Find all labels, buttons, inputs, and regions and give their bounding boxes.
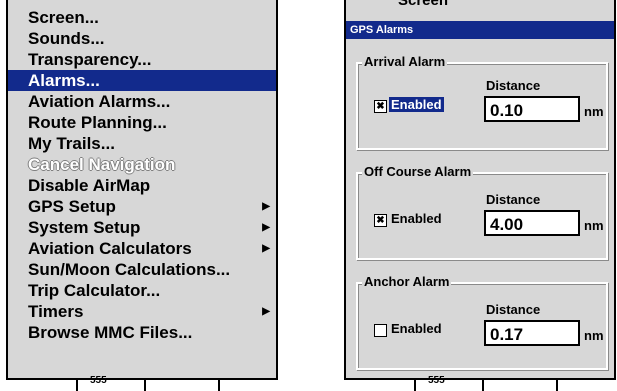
menu-item[interactable]: Aviation Alarms... xyxy=(8,91,276,112)
off-course-alarm-label: Off Course Alarm xyxy=(362,164,474,179)
menu-item[interactable]: Aviation Calculators ▶ xyxy=(8,238,276,259)
arrival-alarm-group: Arrival Alarm Distance ✖ Enabled 0.10 nm xyxy=(356,54,608,150)
menu-item-label: My Trails... xyxy=(28,134,115,153)
menu-item-label: Alarms... xyxy=(28,71,100,90)
off-course-alarm-group: Off Course Alarm Distance ✖ Enabled 4.00… xyxy=(356,164,608,260)
menu-item-label: Browse MMC Files... xyxy=(28,323,193,342)
menu-item-label: Disable AirMap xyxy=(28,176,151,195)
menu-item-label: GPS Setup xyxy=(28,197,116,216)
arrival-enabled-label[interactable]: Enabled xyxy=(389,97,444,112)
menu-item[interactable]: Trip Calculator... xyxy=(8,280,276,301)
menu-item-label: Transparency... xyxy=(28,50,152,69)
arrival-distance-label: Distance xyxy=(486,78,541,93)
off-course-enabled-checkbox[interactable]: ✖ xyxy=(374,214,387,227)
strip-left-text: 555 xyxy=(90,375,107,386)
menu-item[interactable]: Disable AirMap xyxy=(8,175,276,196)
anchor-enabled-checkbox[interactable] xyxy=(374,324,387,337)
menu-item-label: Cancel Navigation xyxy=(28,155,176,174)
dialog-title: GPS Alarms xyxy=(346,21,614,39)
anchor-enabled-label[interactable]: Enabled xyxy=(389,321,444,336)
menu-item[interactable]: My Trails... xyxy=(8,133,276,154)
menu-item-label: Sounds... xyxy=(28,29,105,48)
menu-item[interactable]: Sounds... xyxy=(8,28,276,49)
triangle-right-icon: ▶ xyxy=(262,243,270,254)
menu-item: Cancel Navigation xyxy=(8,154,276,175)
triangle-right-icon: ▶ xyxy=(262,201,270,212)
menu-list: Screen... Sounds... Transparency... Alarms.… xyxy=(8,0,276,343)
anchor-distance-input[interactable]: 0.17 xyxy=(484,320,580,346)
menu-item-label: Sun/Moon Calculations... xyxy=(28,260,231,279)
menu-item[interactable]: Timers ▶ xyxy=(8,301,276,322)
menu-item-label: Screen... xyxy=(28,8,99,27)
anchor-alarm-group: Anchor Alarm Distance Enabled 0.17 nm xyxy=(356,274,608,370)
menu-item-label: System Setup xyxy=(28,218,141,237)
gps-alarms-panel: Screen GPS Alarms Arrival Alarm Distance… xyxy=(344,0,616,378)
menu-item[interactable]: Sun/Moon Calculations... xyxy=(8,259,276,280)
off-course-distance-input[interactable]: 4.00 xyxy=(484,210,580,236)
triangle-right-icon: ▶ xyxy=(262,306,270,317)
arrival-unit: nm xyxy=(584,104,604,119)
off-course-distance-label: Distance xyxy=(486,192,541,207)
menu-item-label: Timers xyxy=(28,302,84,321)
menu-item-label: Aviation Alarms... xyxy=(28,92,171,111)
triangle-right-icon: ▶ xyxy=(262,222,270,233)
menu-item-label: Aviation Calculators xyxy=(28,239,192,258)
menu-item[interactable]: Alarms... xyxy=(8,70,276,91)
off-course-enabled-label[interactable]: Enabled xyxy=(389,211,444,226)
main-menu: Screen... Sounds... Transparency... Alarms.… xyxy=(6,0,278,378)
menu-item[interactable]: GPS Setup ▶ xyxy=(8,196,276,217)
menu-item[interactable]: Route Planning... xyxy=(8,112,276,133)
menu-item-label: Trip Calculator... xyxy=(28,281,161,300)
off-course-unit: nm xyxy=(584,218,604,233)
arrival-distance-input[interactable]: 0.10 xyxy=(484,96,580,122)
anchor-alarm-label: Anchor Alarm xyxy=(362,274,452,289)
menu-item[interactable]: Screen... xyxy=(8,7,276,28)
status-strip-left: 555 xyxy=(6,375,278,391)
arrival-alarm-label: Arrival Alarm xyxy=(362,54,448,69)
anchor-distance-label: Distance xyxy=(486,302,541,317)
menu-item[interactable]: Transparency... xyxy=(8,49,276,70)
arrival-enabled-checkbox[interactable]: ✖ xyxy=(374,100,387,113)
menu-item-label: Route Planning... xyxy=(28,113,167,132)
menu-item[interactable]: System Setup ▶ xyxy=(8,217,276,238)
background-menu-title: Screen xyxy=(398,0,449,9)
status-strip-right: 555 xyxy=(344,375,616,391)
anchor-unit: nm xyxy=(584,328,604,343)
menu-item[interactable]: Browse MMC Files... xyxy=(8,322,276,343)
strip-right-text: 555 xyxy=(428,375,445,386)
